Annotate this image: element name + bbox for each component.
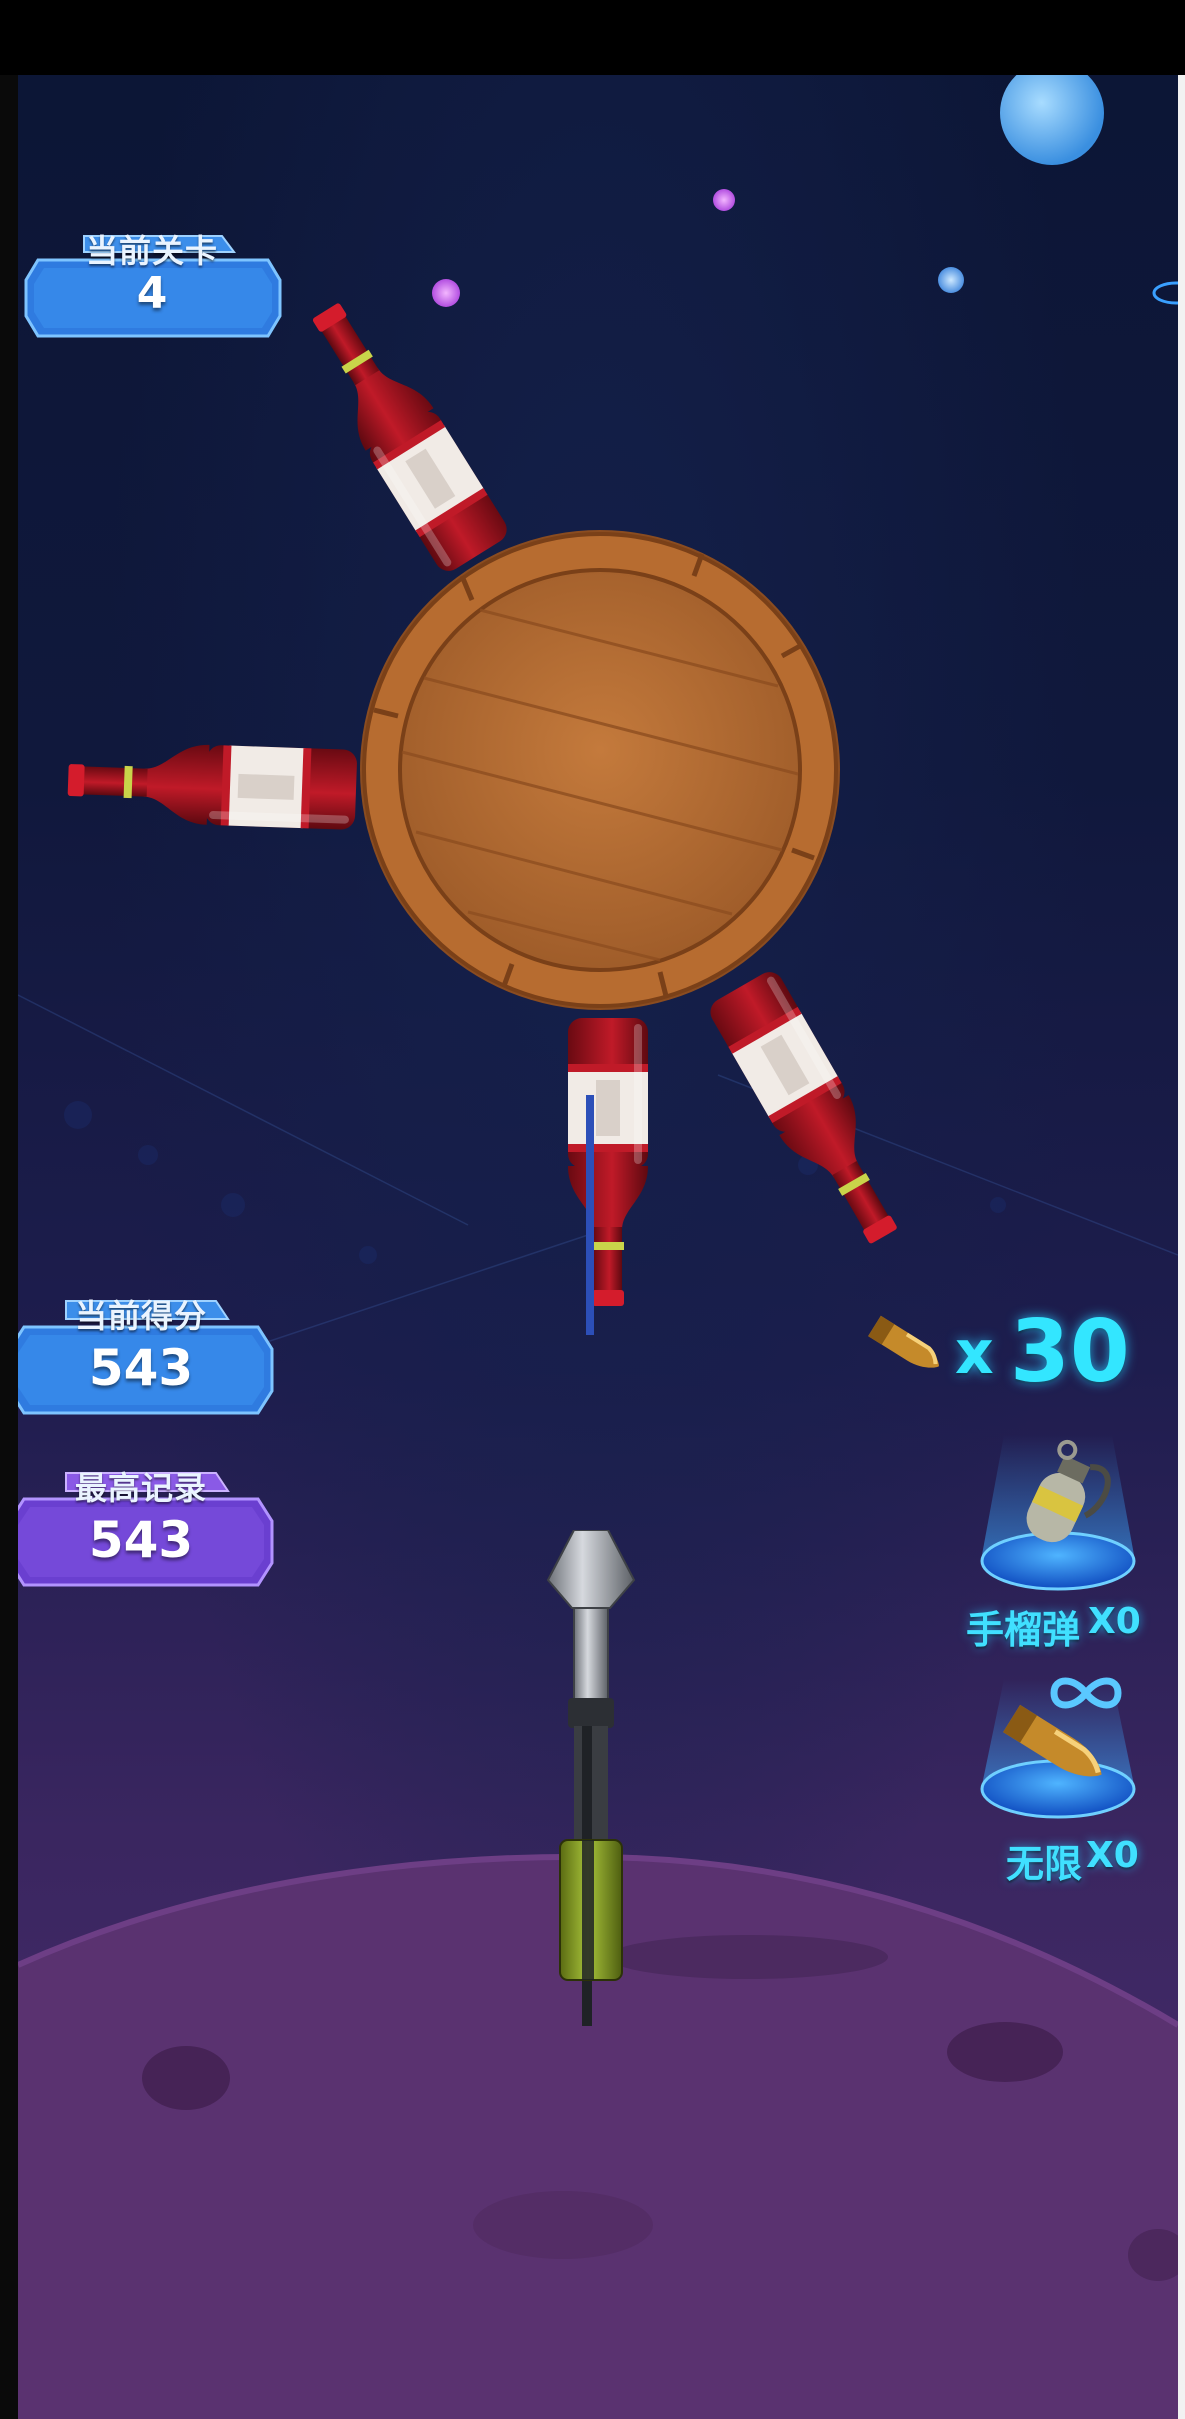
bottle-bottom-center [568,1018,648,1306]
ammo-count: 30 [1010,1302,1130,1402]
bullet-icon [868,1315,939,1368]
grenade-powerup[interactable]: 手榴弹 X0 [958,1425,1158,1655]
grenade-label: 手榴弹 [966,1608,1081,1652]
best-record-label: 最高记录 [74,1469,207,1507]
status-bar [0,0,1185,75]
bottle-top-left [291,289,512,577]
infinite-ammo-powerup[interactable]: 无限 X0 [958,1675,1158,1890]
grenade-icon [980,1435,1136,1591]
best-record-value: 543 [88,1511,194,1569]
bottle-bottom-right [705,967,919,1257]
ammo-counter: x 30 [860,1290,1160,1402]
screen-edge [1178,75,1185,2419]
infinite-label: 无限 [1006,1842,1083,1886]
infinite-bullet-icon [980,1677,1136,1819]
infinite-count: X0 [1086,1835,1139,1876]
launcher-cannon[interactable] [530,1530,660,2130]
best-record-panel: 最高记录 543 [18,1465,276,1589]
planet-icon [1000,75,1104,165]
game-stage[interactable]: 当前关卡 4 当前得分 543 最高记录 543 x 30 手榴弹 X0 无限 … [18,75,1178,2419]
bottle-left [66,739,358,830]
ammo-prefix: x [955,1318,994,1388]
wooden-barrel [360,530,840,1010]
grenade-count: X0 [1088,1601,1141,1642]
target-board [66,289,919,1335]
stuck-projectile [586,1095,594,1335]
